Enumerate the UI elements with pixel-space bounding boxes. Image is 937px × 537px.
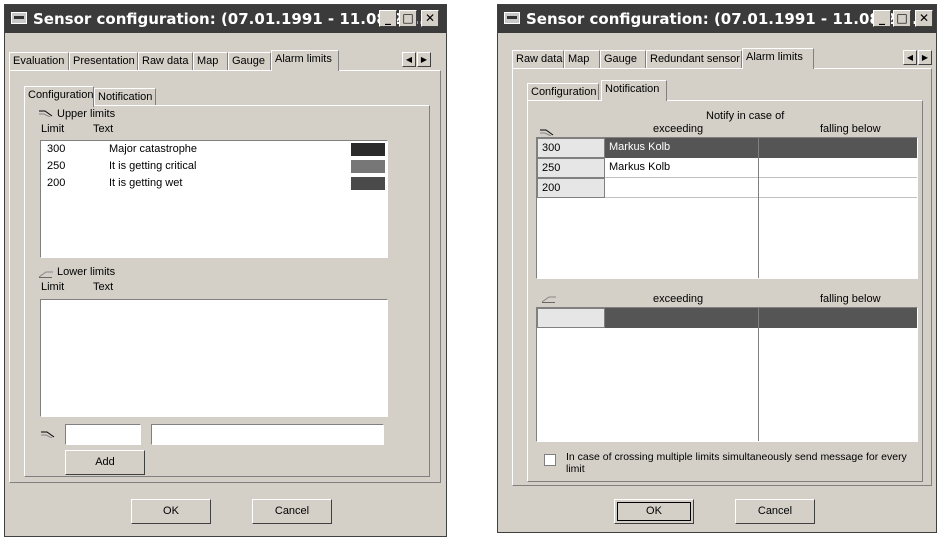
left-dialog: Sensor configuration: (07.01.1991 - 11.0…: [4, 4, 447, 537]
new-limit-text-input[interactable]: [151, 424, 384, 445]
limit-color-swatch[interactable]: [351, 177, 385, 190]
lower-col-exceeding: exceeding: [653, 293, 704, 305]
maximize-icon[interactable]: □: [893, 10, 911, 27]
tab-scroll-right-icon[interactable]: ▶: [918, 50, 932, 65]
cancel-button[interactable]: Cancel: [735, 499, 815, 524]
table-row[interactable]: [537, 308, 917, 328]
lower-col-falling: falling below: [820, 293, 881, 305]
upper-col-limit: Limit: [41, 123, 65, 135]
tab-map[interactable]: Map: [564, 50, 600, 68]
ok-button[interactable]: OK: [131, 499, 211, 524]
upper-limits-list[interactable]: 300 Major catastrophe 250 It is getting …: [40, 140, 388, 258]
window-title: Sensor configuration: (07.01.1991 - 11.0…: [526, 10, 924, 28]
tab-presentation[interactable]: Presentation: [69, 52, 138, 70]
lower-notification-grid[interactable]: [536, 307, 918, 442]
limit-cell: 250: [537, 158, 605, 178]
table-row[interactable]: 200: [537, 178, 917, 198]
upper-notification-grid[interactable]: 300 Markus Kolb 250 Markus Kolb 200: [536, 137, 918, 279]
subtab-notification[interactable]: Notification: [94, 88, 156, 106]
right-titlebar[interactable]: Sensor configuration: (07.01.1991 - 11.0…: [498, 5, 936, 33]
tab-gauge[interactable]: Gauge: [600, 50, 646, 68]
lower-limits-heading: Lower limits: [57, 266, 116, 278]
limit-cell: [537, 308, 605, 328]
limit-text: It is getting critical: [109, 160, 197, 172]
ok-button[interactable]: OK: [614, 499, 694, 524]
main-tabs: Evaluation Presentation Raw data Map Gau…: [9, 50, 439, 71]
tab-map[interactable]: Map: [193, 52, 228, 70]
left-titlebar[interactable]: Sensor configuration: (07.01.1991 - 11.0…: [5, 5, 446, 33]
minimize-icon[interactable]: _: [873, 10, 891, 27]
limit-value: 250: [47, 160, 66, 172]
subtab-notification[interactable]: Notification: [601, 80, 667, 101]
limit-color-swatch[interactable]: [351, 160, 385, 173]
multi-limit-checkbox-label: In case of crossing multiple limits simu…: [566, 451, 907, 475]
right-dialog: Sensor configuration: (07.01.1991 - 11.0…: [497, 4, 937, 533]
subtab-panel: Notify in case of exceeding falling belo…: [527, 100, 923, 482]
close-icon[interactable]: ✕: [915, 10, 933, 27]
limit-cell: 200: [537, 178, 605, 198]
upper-limit-icon: [540, 129, 554, 136]
tab-alarm-limits[interactable]: Alarm limits: [742, 48, 814, 69]
falling-below-cell[interactable]: [759, 308, 917, 328]
tab-alarm-limits[interactable]: Alarm limits: [271, 50, 339, 71]
cancel-button[interactable]: Cancel: [252, 499, 332, 524]
falling-below-cell[interactable]: [759, 138, 917, 158]
tab-raw-data[interactable]: Raw data: [512, 50, 564, 68]
lower-limit-icon: [542, 296, 556, 303]
main-tab-panel: Configuration Notification Upper limits …: [9, 70, 441, 483]
tab-gauge[interactable]: Gauge: [228, 52, 271, 70]
subtab-panel: Upper limits Limit Text 300 Major catast…: [24, 105, 430, 477]
table-row[interactable]: 250 Markus Kolb: [537, 158, 917, 178]
list-item[interactable]: 200 It is getting wet: [41, 177, 387, 191]
lower-limit-icon: [39, 271, 53, 278]
upper-col-text: Text: [93, 123, 114, 135]
window-title: Sensor configuration: (07.01.1991 - 11.0…: [33, 10, 431, 28]
exceeding-cell[interactable]: [605, 178, 758, 198]
tab-redundant-sensor[interactable]: Redundant sensor: [646, 50, 742, 68]
limit-value: 300: [47, 143, 66, 155]
upper-limit-icon: [39, 110, 53, 117]
upper-col-falling: falling below: [820, 123, 881, 135]
main-tabs: Raw data Map Gauge Redundant sensor Alar…: [512, 48, 932, 69]
tab-scroll-right-icon[interactable]: ▶: [417, 52, 431, 67]
minimize-icon[interactable]: _: [379, 10, 397, 27]
add-button[interactable]: Add: [65, 450, 145, 475]
tab-evaluation[interactable]: Evaluation: [9, 52, 69, 70]
limit-text: Major catastrophe: [109, 143, 198, 155]
exceeding-cell[interactable]: Markus Kolb: [605, 158, 758, 178]
app-icon: [11, 12, 27, 24]
limit-cell: 300: [537, 138, 605, 158]
list-item[interactable]: 250 It is getting critical: [41, 160, 387, 174]
app-icon: [504, 12, 520, 24]
lower-col-text: Text: [93, 281, 114, 293]
main-tab-panel: Configuration Notification Notify in cas…: [512, 68, 932, 486]
subtab-configuration[interactable]: Configuration: [24, 86, 94, 107]
notify-heading: Notify in case of: [706, 110, 785, 122]
upper-col-exceeding: exceeding: [653, 123, 704, 135]
tab-scroll-left-icon[interactable]: ◀: [903, 50, 917, 65]
limit-text: It is getting wet: [109, 177, 183, 189]
limit-color-swatch[interactable]: [351, 143, 385, 156]
table-row[interactable]: 300 Markus Kolb: [537, 138, 917, 158]
tab-raw-data[interactable]: Raw data: [138, 52, 193, 70]
maximize-icon[interactable]: □: [399, 10, 417, 27]
new-limit-value-input[interactable]: [65, 424, 141, 445]
limit-value: 200: [47, 177, 66, 189]
lower-col-limit: Limit: [41, 281, 65, 293]
tab-scroll-left-icon[interactable]: ◀: [402, 52, 416, 67]
list-item[interactable]: 300 Major catastrophe: [41, 143, 387, 157]
multi-limit-checkbox[interactable]: [544, 454, 556, 466]
subtab-configuration[interactable]: Configuration: [527, 83, 599, 101]
lower-limits-list[interactable]: [40, 299, 388, 417]
exceeding-cell[interactable]: [605, 308, 758, 328]
upper-limits-heading: Upper limits: [57, 108, 116, 120]
upper-limit-icon: [41, 431, 55, 438]
falling-below-cell[interactable]: [759, 178, 917, 198]
falling-below-cell[interactable]: [759, 158, 917, 178]
exceeding-cell[interactable]: Markus Kolb: [605, 138, 758, 158]
close-icon[interactable]: ✕: [421, 10, 439, 27]
